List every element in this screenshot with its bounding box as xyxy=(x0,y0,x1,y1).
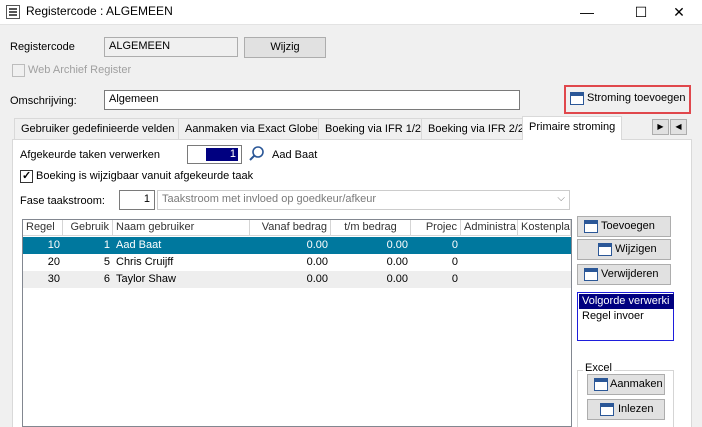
cell-regel: 10 xyxy=(47,239,60,251)
cell-tm: 0.00 xyxy=(386,239,408,251)
fase-dropdown[interactable]: Taakstroom met invloed op goedkeur/afkeu… xyxy=(157,190,570,210)
cell-tm: 0.00 xyxy=(386,256,408,268)
cell-project: 0 xyxy=(451,273,458,285)
grid-add-icon xyxy=(584,220,598,233)
verwijderen-button[interactable]: Verwijderen xyxy=(577,264,671,285)
registercode-label: Registercode xyxy=(10,41,75,53)
cell-project: 0 xyxy=(451,256,458,268)
tab-primaire-stroming[interactable]: Primaire stroming xyxy=(522,116,623,140)
cell-gebruiker: 5 xyxy=(103,256,110,268)
cell-gebruiker: 1 xyxy=(103,239,110,251)
afgekeurde-value: 1 xyxy=(206,148,238,161)
inlezen-label: Inlezen xyxy=(618,403,654,415)
web-archief-label: Web Archief Register xyxy=(28,64,132,76)
cell-regel: 20 xyxy=(47,256,60,268)
fase-label: Fase taakstroom: xyxy=(20,195,105,207)
cell-naam: Chris Cruijff xyxy=(116,256,174,268)
col-header-naam[interactable]: Naam gebruiker xyxy=(113,220,250,236)
search-icon[interactable] xyxy=(248,145,266,163)
grid-edit-icon xyxy=(598,243,612,256)
window-title: Registercode : ALGEMEEN xyxy=(26,4,173,18)
wijzigbaar-checkbox[interactable] xyxy=(20,169,33,183)
afgekeurde-label: Afgekeurde taken verwerken xyxy=(20,149,161,161)
omschrijving-input[interactable]: Algemeen xyxy=(104,90,520,110)
registercode-field: ALGEMEEN xyxy=(104,37,238,57)
col-header-tm[interactable]: t/m bedrag xyxy=(331,220,411,236)
omschrijving-label: Omschrijving: xyxy=(10,95,77,107)
stroming-toevoegen-button[interactable]: Stroming toevoegen xyxy=(568,90,687,109)
tab-scroll-left-icon[interactable]: ◀ xyxy=(670,119,687,135)
tab-scroll-right-icon[interactable]: ▶ xyxy=(652,119,669,135)
col-header-project[interactable]: Projec xyxy=(411,220,461,236)
minimize-button[interactable]: — xyxy=(564,0,610,25)
tab-boeking-ifr-1[interactable]: Boeking via IFR 1/2 xyxy=(318,118,428,139)
cell-regel: 30 xyxy=(47,273,60,285)
app-icon xyxy=(6,5,20,19)
sort-order-list[interactable]: Volgorde verwerki Regel invoer xyxy=(577,292,674,341)
cell-vanaf: 0.00 xyxy=(306,273,328,285)
list-item[interactable]: Regel invoer xyxy=(579,309,674,324)
tab-gebruiker-gedefinieerde-velden[interactable]: Gebruiker gedefinieerde velden xyxy=(14,118,182,139)
excel-inlezen-button[interactable]: Inlezen xyxy=(587,399,665,420)
cell-vanaf: 0.00 xyxy=(306,256,328,268)
cell-gebruiker: 6 xyxy=(103,273,110,285)
table-row[interactable]: 30 6 Taylor Shaw 0.00 0.00 0 xyxy=(23,271,571,288)
col-header-gebruiker[interactable]: Gebruik xyxy=(63,220,113,236)
excel-import-icon xyxy=(600,403,614,416)
web-archief-checkbox xyxy=(12,64,25,77)
excel-aanmaken-button[interactable]: Aanmaken xyxy=(587,374,665,395)
wijzigen-label: Wijzigen xyxy=(615,243,657,255)
wijzigen-button[interactable]: Wijzigen xyxy=(577,239,671,260)
table-row[interactable]: 20 5 Chris Cruijff 0.00 0.00 0 xyxy=(23,254,571,271)
cell-project: 0 xyxy=(451,239,458,251)
tab-aanmaken-via-exact-globe[interactable]: Aanmaken via Exact Globe xyxy=(178,118,325,139)
table-row[interactable]: 10 1 Aad Baat 0.00 0.00 0 xyxy=(23,237,571,254)
excel-group-label: Excel xyxy=(583,362,614,374)
col-header-regel[interactable]: Regel xyxy=(23,220,63,236)
fase-dropdown-value: Taakstroom met invloed op goedkeur/afkeu… xyxy=(162,193,377,205)
user-grid[interactable]: Regel Gebruik Naam gebruiker Vanaf bedra… xyxy=(22,219,572,427)
close-button[interactable]: ✕ xyxy=(656,0,702,25)
tab-boeking-ifr-2[interactable]: Boeking via IFR 2/2 xyxy=(421,118,531,139)
wijzigbaar-label: Boeking is wijzigbaar vanuit afgekeurde … xyxy=(36,170,254,182)
wijzig-button[interactable]: Wijzig xyxy=(244,37,326,58)
excel-export-icon xyxy=(594,378,608,391)
col-header-kostenplaats[interactable]: Kostenpla xyxy=(518,220,571,236)
cell-tm: 0.00 xyxy=(386,273,408,285)
aanmaken-label: Aanmaken xyxy=(610,378,663,390)
stroming-icon xyxy=(570,92,584,105)
stroming-label: Stroming toevoegen xyxy=(587,92,686,104)
list-item[interactable]: Volgorde verwerki xyxy=(579,294,674,309)
chevron-down-icon: ⌵ xyxy=(557,193,565,204)
title-bar: Registercode : ALGEMEEN — ☐ ✕ xyxy=(0,0,702,25)
grid-delete-icon xyxy=(584,268,598,281)
toevoegen-label: Toevoegen xyxy=(601,220,655,232)
col-header-administratie[interactable]: Administra xyxy=(461,220,518,236)
afgekeurde-input[interactable]: 1 xyxy=(187,145,242,164)
fase-input[interactable]: 1 xyxy=(119,190,155,210)
cell-naam: Taylor Shaw xyxy=(116,273,176,285)
cell-naam: Aad Baat xyxy=(116,239,162,251)
col-header-vanaf[interactable]: Vanaf bedrag xyxy=(250,220,331,236)
verwijderen-label: Verwijderen xyxy=(601,268,659,280)
cell-vanaf: 0.00 xyxy=(306,239,328,251)
afgekeurde-user: Aad Baat xyxy=(272,149,318,161)
toevoegen-button[interactable]: Toevoegen xyxy=(577,216,671,237)
